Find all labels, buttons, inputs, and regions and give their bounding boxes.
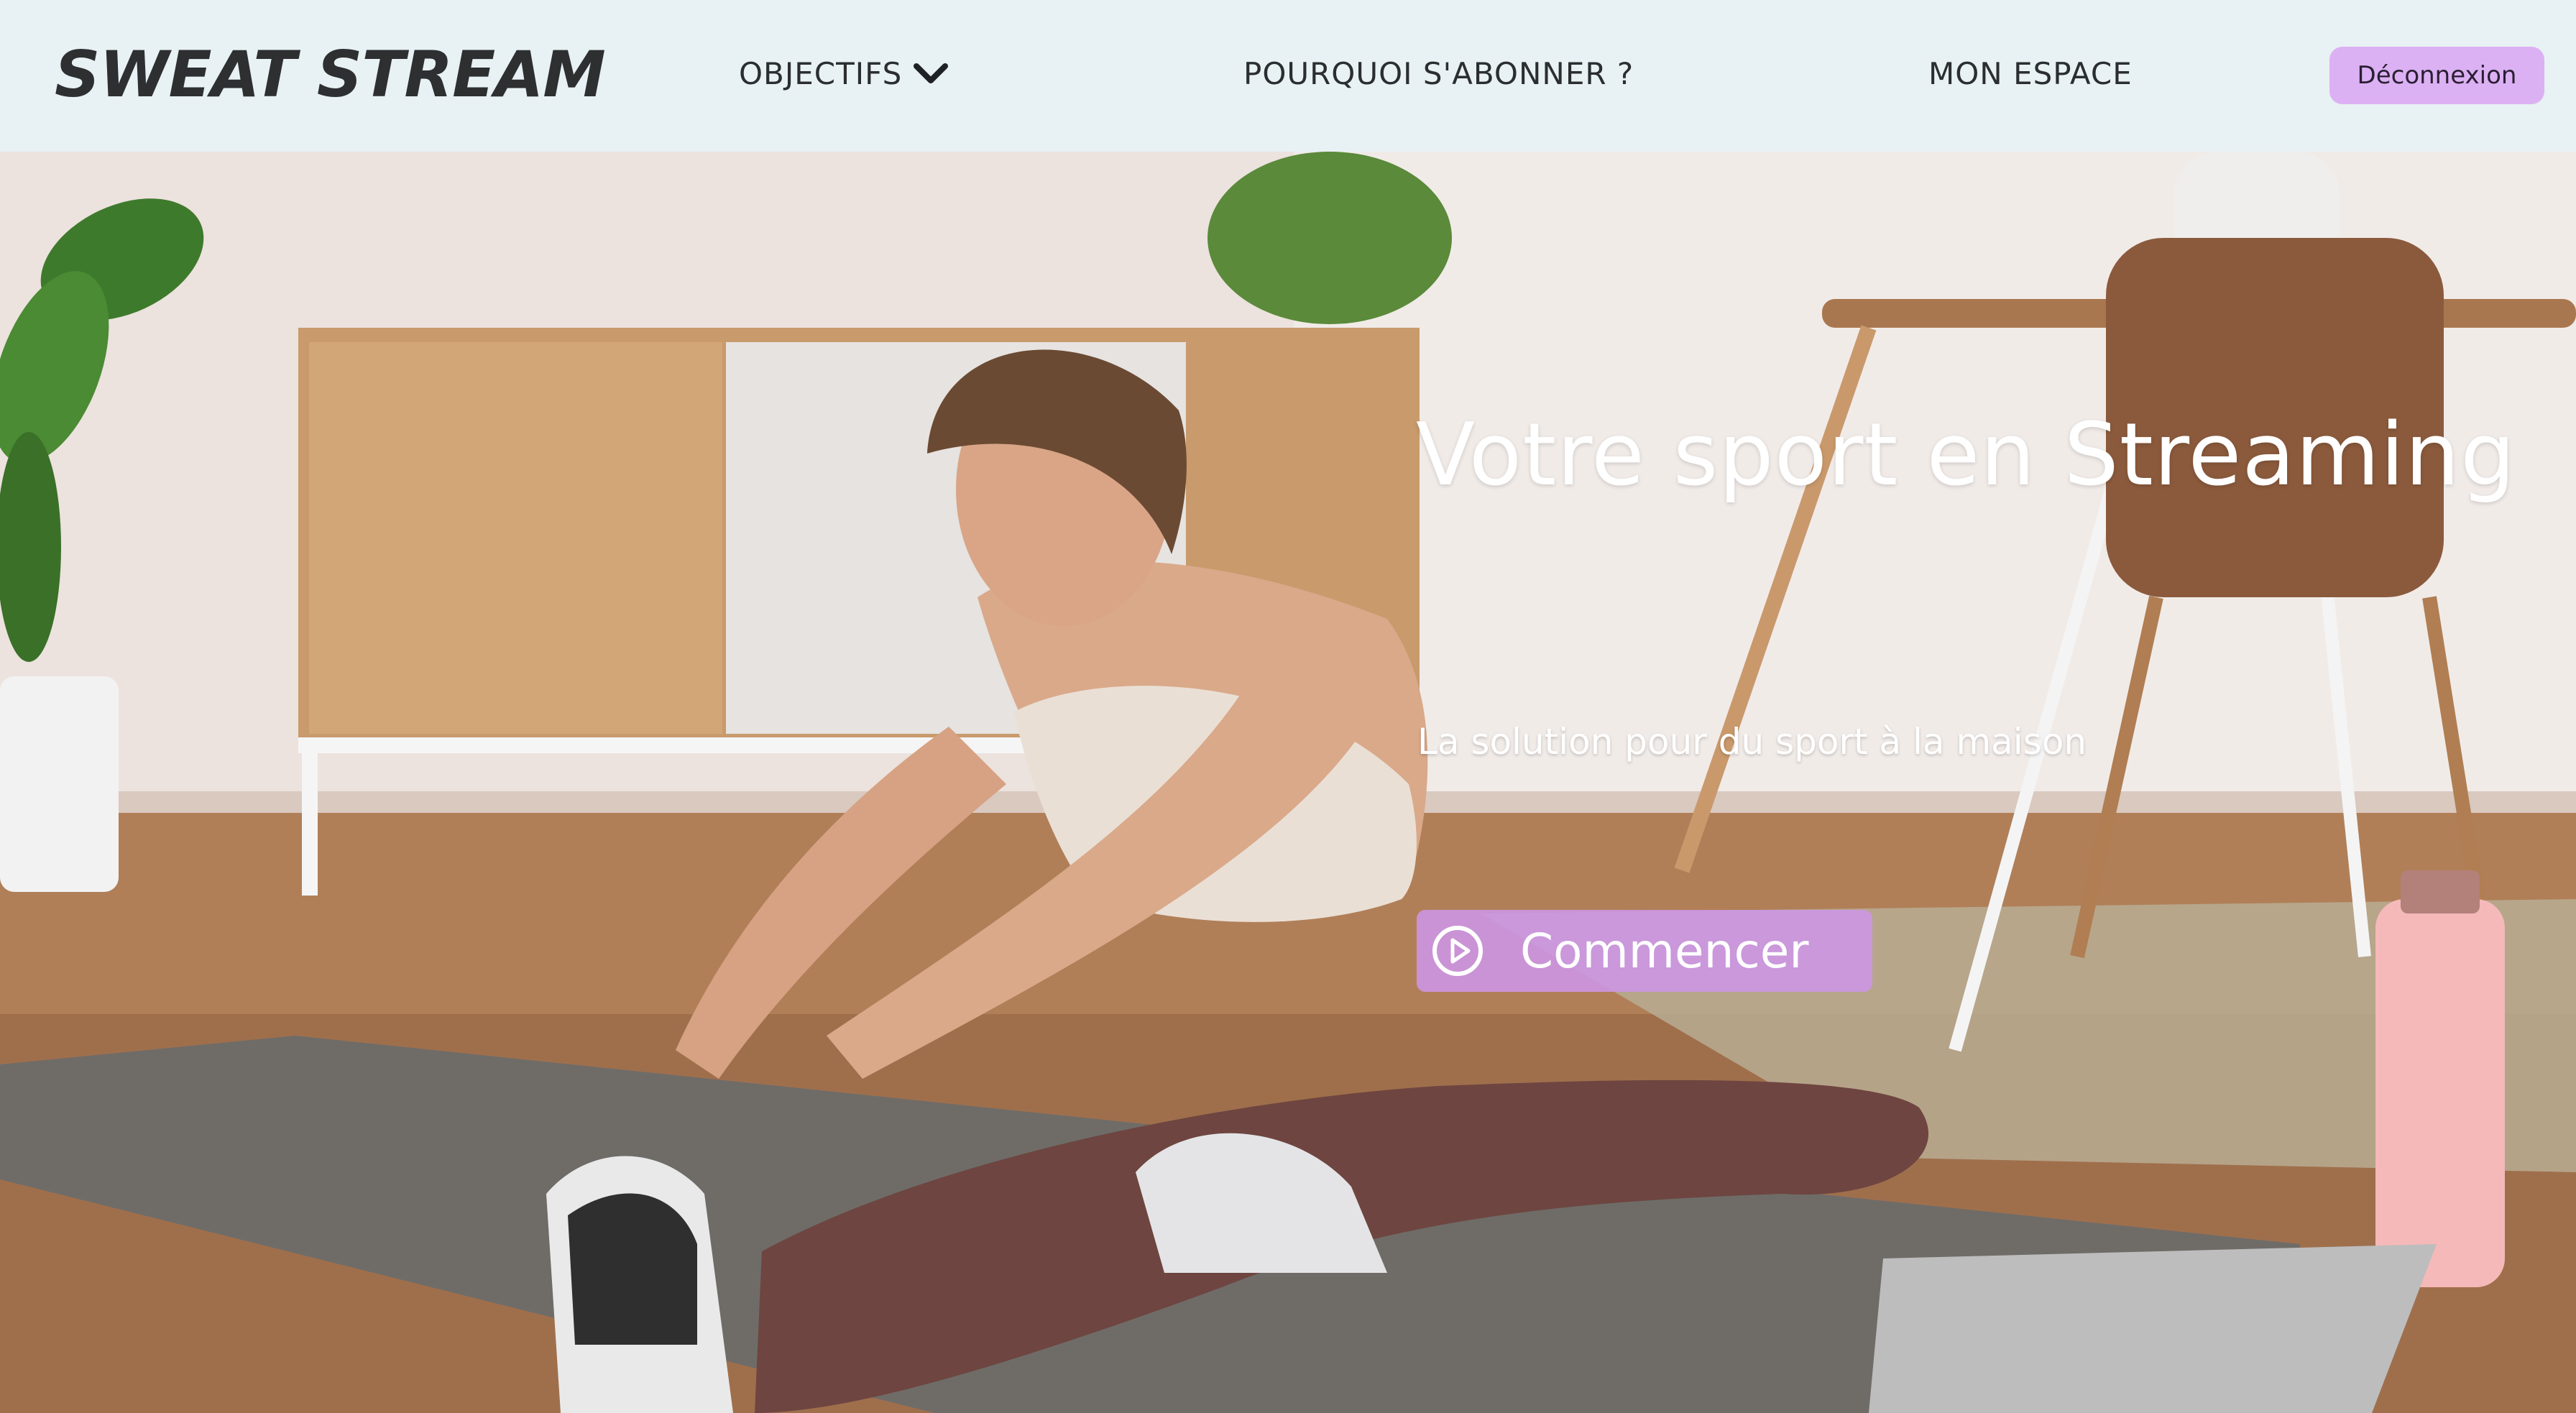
hero-title: Votre sport en Streaming: [1416, 405, 2516, 505]
nav-mon-espace[interactable]: MON ESPACE: [1928, 56, 2133, 91]
chevron-down-icon: [914, 63, 949, 83]
play-circle-icon: [1432, 926, 1483, 976]
site-header: SWEAT STREAM OBJECTIFS POURQUOI S'ABONNE…: [0, 0, 2576, 152]
start-button-label: Commencer: [1520, 923, 1809, 979]
hero-subtitle: La solution pour du sport à la maison: [1417, 721, 2087, 763]
site-logo[interactable]: SWEAT STREAM: [55, 37, 606, 111]
start-button[interactable]: Commencer: [1417, 910, 1872, 992]
hero-background-image: [0, 152, 2576, 1413]
nav-objectifs-label: OBJECTIFS: [739, 56, 903, 91]
nav-objectifs[interactable]: OBJECTIFS: [739, 56, 949, 91]
logout-button[interactable]: Déconnexion: [2329, 47, 2544, 104]
hero-section: Votre sport en Streaming La solution pou…: [0, 152, 2576, 1413]
nav-pourquoi-sabonner[interactable]: POURQUOI S'ABONNER ?: [1243, 56, 1634, 91]
